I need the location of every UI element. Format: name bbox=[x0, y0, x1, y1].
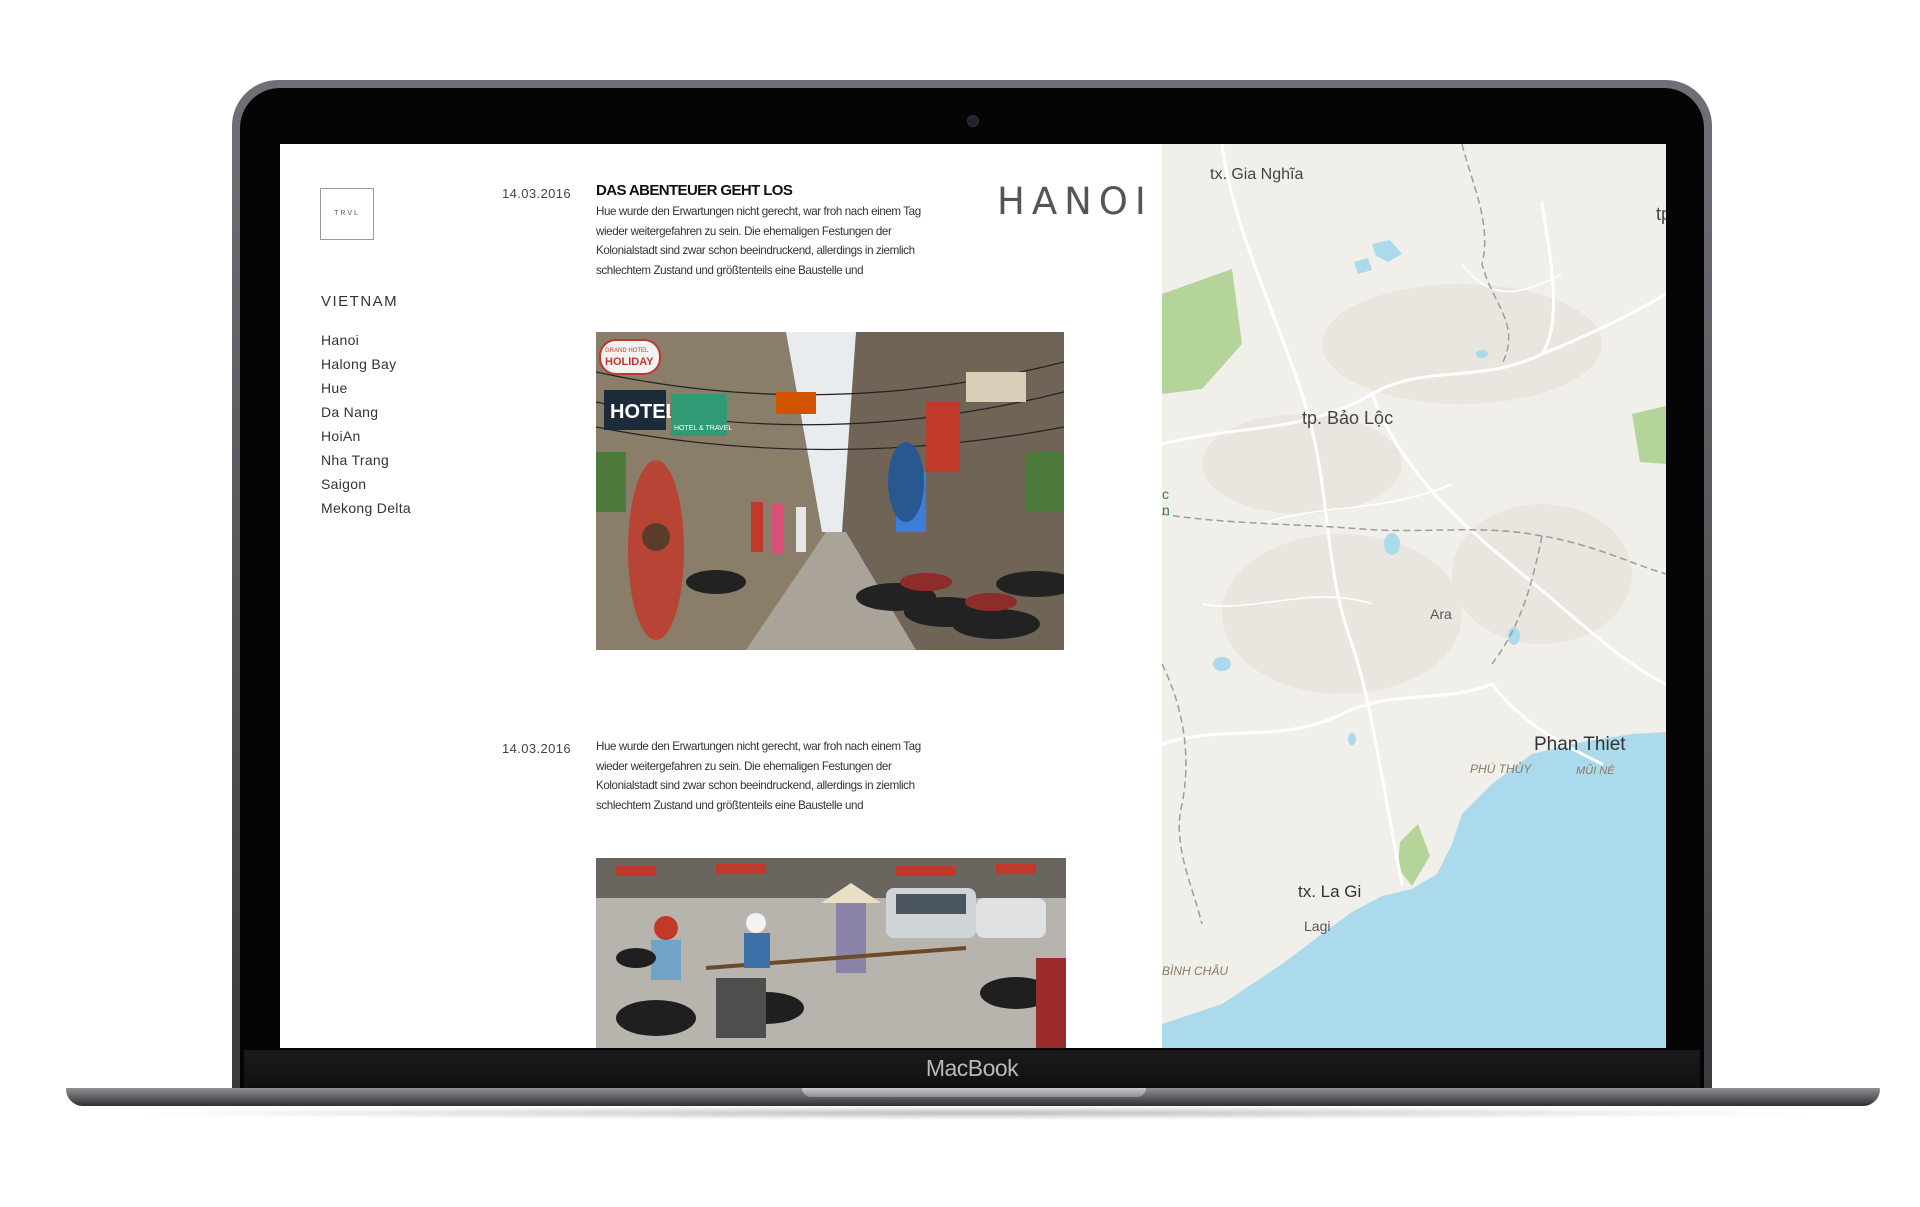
map-label-binh-chau[interactable]: BÌNH CHÂU bbox=[1162, 964, 1228, 978]
street-photo-illustration: HOTEL HOTEL & TRAVEL GRAND HOTEL HOLIDAY bbox=[596, 332, 1064, 650]
map-label-lagi[interactable]: Lagi bbox=[1304, 918, 1330, 934]
post-body: Hue wurde den Erwartungen nicht gerecht,… bbox=[596, 740, 921, 812]
traffic-photo-illustration bbox=[596, 858, 1066, 1048]
post-date: 14.03.2016 bbox=[502, 186, 572, 201]
city-nav: Hanoi Halong Bay Hue Da Nang HoiAn Nha T… bbox=[321, 328, 411, 520]
post-title[interactable]: DAS ABENTEUER GEHT LOS bbox=[596, 182, 793, 199]
map-label-edge: c bbox=[1162, 486, 1169, 502]
map-label-edge: n bbox=[1162, 502, 1170, 518]
camera-icon bbox=[967, 115, 979, 127]
content-pane: TRVL VIETNAM Hanoi Halong Bay Hue Da Nan… bbox=[280, 144, 1162, 1048]
screen: TRVL VIETNAM Hanoi Halong Bay Hue Da Nan… bbox=[280, 144, 1666, 1048]
map-label-ara[interactable]: Ara bbox=[1430, 606, 1452, 622]
map-label-mui-ne[interactable]: MŨI NÉ bbox=[1576, 765, 1615, 777]
map-label-edge: tp bbox=[1656, 204, 1666, 224]
map-label-la-gi[interactable]: tx. La Gi bbox=[1298, 882, 1361, 902]
nav-item-hue[interactable]: Hue bbox=[321, 376, 411, 400]
photo-sign-text: GRAND HOTEL bbox=[605, 348, 649, 354]
photo-sign-text: HOTEL & TRAVEL bbox=[674, 425, 732, 432]
post-body: Hue wurde den Erwartungen nicht gerecht,… bbox=[596, 205, 921, 277]
traffic-photo[interactable] bbox=[596, 858, 1066, 1048]
map-label-gia-nghia[interactable]: tx. Gia Nghĩa bbox=[1210, 166, 1303, 184]
nav-item-nha-trang[interactable]: Nha Trang bbox=[321, 448, 411, 472]
map-label-phan-thiet[interactable]: Phan Thiet bbox=[1534, 734, 1626, 756]
map-canvas[interactable] bbox=[1162, 144, 1666, 1048]
nav-item-saigon[interactable]: Saigon bbox=[321, 472, 411, 496]
nav-item-hanoi[interactable]: Hanoi bbox=[321, 328, 411, 352]
map-label-phu-thuy[interactable]: PHÚ THỦY bbox=[1470, 762, 1531, 776]
city-title: HANOI bbox=[997, 180, 1153, 223]
laptop-notch bbox=[802, 1088, 1146, 1097]
country-heading: VIETNAM bbox=[321, 293, 399, 310]
nav-item-mekong-delta[interactable]: Mekong Delta bbox=[321, 496, 411, 520]
device-brand-label: MacBook bbox=[925, 1055, 1019, 1081]
nav-item-da-nang[interactable]: Da Nang bbox=[321, 400, 411, 424]
map-panel[interactable]: tx. Gia Nghĩa tp tp. Bảo Lộc Ara Phan Th… bbox=[1162, 144, 1666, 1048]
hanoi-street-photo[interactable]: HOTEL HOTEL & TRAVEL GRAND HOTEL HOLIDAY bbox=[596, 332, 1064, 650]
laptop-shadow bbox=[120, 1106, 1826, 1120]
nav-item-hoian[interactable]: HoiAn bbox=[321, 424, 411, 448]
laptop-mockup: TRVL VIETNAM Hanoi Halong Bay Hue Da Nan… bbox=[0, 0, 1920, 1207]
photo-sign-text: HOTEL bbox=[610, 401, 678, 423]
photo-sign-text: HOLIDAY bbox=[605, 356, 654, 368]
map-label-bao-loc[interactable]: tp. Bảo Lộc bbox=[1302, 408, 1393, 429]
nav-item-halong-bay[interactable]: Halong Bay bbox=[321, 352, 411, 376]
post-date: 14.03.2016 bbox=[502, 741, 572, 756]
site-logo[interactable]: TRVL bbox=[320, 188, 374, 240]
